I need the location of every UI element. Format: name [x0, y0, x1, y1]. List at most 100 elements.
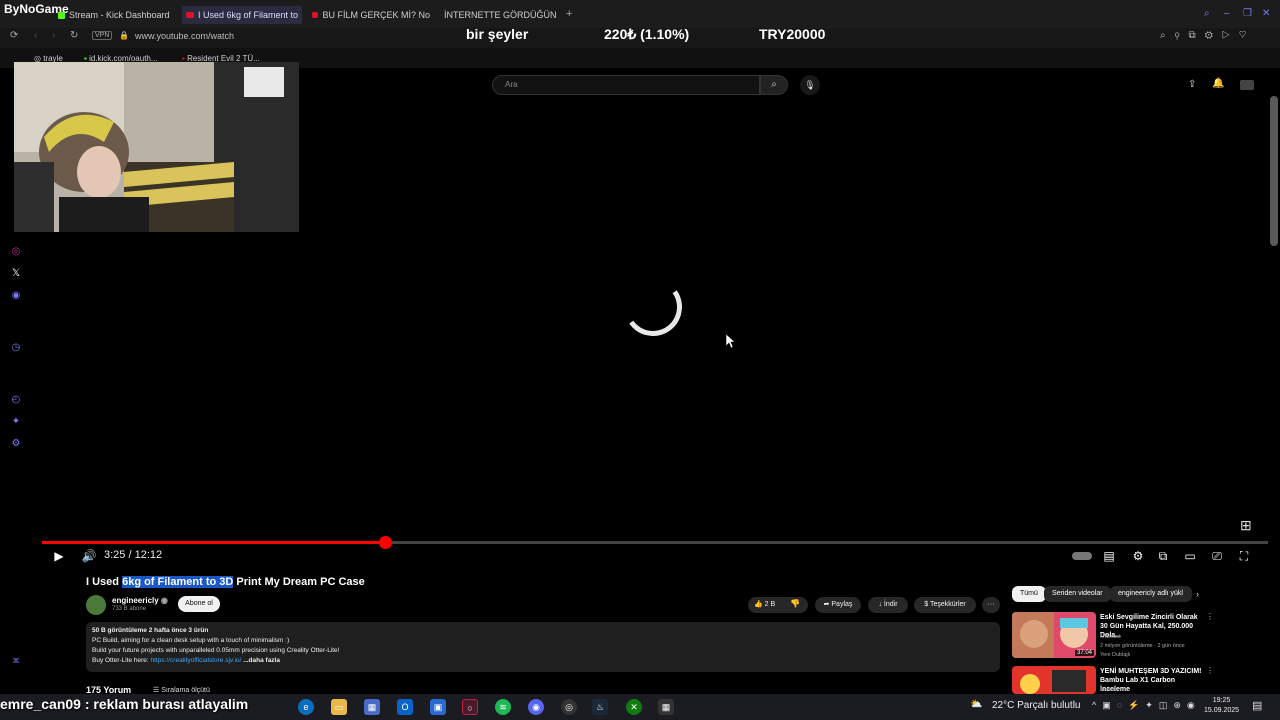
- settings-button[interactable]: ⚙: [1129, 549, 1147, 563]
- sidebar-toggle-icon[interactable]: ⟳: [10, 30, 18, 41]
- show-more-link[interactable]: ...daha fazla: [241, 657, 280, 664]
- chip-channel-uploads[interactable]: engineericly adlı yükl: [1110, 586, 1192, 602]
- outlook-icon[interactable]: O: [397, 699, 413, 715]
- chip-all[interactable]: Tümü: [1012, 586, 1046, 602]
- reload-icon[interactable]: ↻: [70, 30, 78, 41]
- opera-icon[interactable]: ○: [462, 699, 478, 715]
- notifications-center-icon[interactable]: ▤: [1252, 699, 1262, 712]
- search-tabs-icon[interactable]: ⌕: [1204, 8, 1210, 19]
- recommendation-channel[interactable]: Lemur: [1100, 687, 1116, 693]
- thanks-button[interactable]: $ Teşekkürler: [914, 597, 976, 613]
- stream-chat-overlay: emre_can09 : reklam burası atlayalim: [0, 696, 249, 712]
- subscribe-button[interactable]: Abone ol: [178, 596, 220, 612]
- youtube-icon: [312, 12, 319, 18]
- channel-watermark-icon[interactable]: ⊞: [1240, 517, 1252, 534]
- minimize-icon[interactable]: –: [1224, 8, 1230, 19]
- recommendation-thumbnail[interactable]: 37:04: [1012, 612, 1096, 658]
- forward-icon[interactable]: ›: [52, 30, 55, 41]
- volume-icon: 🔊: [81, 549, 97, 563]
- cast-icon: ⎚: [1212, 549, 1222, 563]
- more-actions-button[interactable]: ···: [982, 597, 1000, 613]
- dislike-button[interactable]: 👎: [790, 599, 800, 608]
- utility-icon[interactable]: ▦: [658, 699, 674, 715]
- time-display: 3:25 / 12:12: [104, 549, 163, 561]
- discord-taskbar-icon[interactable]: ◉: [528, 699, 544, 715]
- share-button[interactable]: ➦ Paylaş: [815, 597, 861, 613]
- steam-icon[interactable]: ♨: [592, 699, 608, 715]
- edge-icon[interactable]: e: [298, 699, 314, 715]
- more-vert-icon[interactable]: ⋮: [1206, 612, 1214, 621]
- maximize-icon[interactable]: ❐: [1243, 8, 1252, 19]
- ticker-amount: 220₺ (1.10%): [604, 26, 690, 42]
- channel-name[interactable]: engineericly ◉: [112, 596, 168, 605]
- recommendation-channel[interactable]: MrBeast: [1100, 634, 1120, 640]
- chip-series[interactable]: Seriden videolar: [1044, 586, 1111, 602]
- new-tab-button[interactable]: +: [566, 8, 572, 20]
- description-line: PC Build, aiming for a clean desk setup …: [92, 637, 290, 644]
- search-button[interactable]: ⌕: [760, 75, 788, 95]
- download-button[interactable]: ↓ İndir: [868, 597, 908, 613]
- theater-icon: ▭: [1184, 549, 1196, 563]
- app-icon[interactable]: ▣: [430, 699, 446, 715]
- fullscreen-icon: ⛶: [1239, 549, 1249, 563]
- discord-icon[interactable]: ◉: [10, 290, 22, 302]
- subtitles-icon: ▤: [1103, 549, 1115, 563]
- notifications-icon[interactable]: 🔔: [1212, 78, 1224, 89]
- clock-icon[interactable]: ◴: [10, 394, 22, 406]
- avatar[interactable]: [1240, 80, 1254, 90]
- history-icon[interactable]: ◷: [10, 342, 22, 354]
- ticker-goal: TRY20000: [759, 26, 826, 42]
- miniplayer-button[interactable]: ⧉: [1154, 549, 1172, 563]
- subtitles-button[interactable]: ▤: [1100, 549, 1118, 563]
- store-icon[interactable]: ▦: [364, 699, 380, 715]
- tray-icons[interactable]: ^▣◌⚡✦◫⊕◉: [1092, 700, 1201, 711]
- url-field[interactable]: www.youtube.com/watch: [135, 31, 234, 41]
- autoplay-toggle[interactable]: [1071, 549, 1093, 563]
- vpn-badge[interactable]: VPN: [92, 31, 113, 40]
- channel-avatar[interactable]: [86, 595, 106, 615]
- theater-mode-button[interactable]: ▭: [1181, 549, 1199, 563]
- tab-kick-dashboard[interactable]: Stream - Kick Dashboard: [58, 6, 178, 24]
- recommendation-views: 2 milyon görüntüleme · 2 gün önce: [1100, 643, 1185, 649]
- tab-internette[interactable]: İNTERNETTE GÖRDÜĞÜN: [440, 6, 556, 24]
- ticker-text: bir şeyler: [466, 26, 529, 42]
- page-scrollbar[interactable]: [1270, 96, 1278, 246]
- recommendation-thumbnail[interactable]: [1012, 666, 1096, 694]
- system-clock[interactable]: 19:25 15.09.2025: [1204, 696, 1239, 716]
- cast-button[interactable]: ⎚: [1208, 549, 1226, 563]
- volume-button[interactable]: 🔊: [80, 549, 98, 563]
- chevron-right-icon[interactable]: ›: [1196, 589, 1199, 599]
- progress-scrubber[interactable]: [379, 536, 392, 549]
- play-button[interactable]: ▶: [50, 549, 68, 563]
- spotify-icon[interactable]: ≋: [495, 699, 511, 715]
- sidebar-more-icon[interactable]: ⌘: [10, 656, 22, 668]
- like-count: 2 B: [764, 601, 776, 608]
- description-link[interactable]: https://crealityofficialstore.sjv.io/: [151, 657, 242, 664]
- tab-label: BU FİLM GERÇEK Mİ? No: [322, 10, 430, 20]
- search-input[interactable]: Ara: [492, 75, 760, 95]
- tab-film[interactable]: BU FİLM GERÇEK Mİ? No: [312, 6, 430, 24]
- instagram-icon[interactable]: ◎: [10, 246, 22, 258]
- toolbar-icons[interactable]: ⌕⚲⧉⚙▷♡: [1160, 30, 1255, 41]
- xbox-icon[interactable]: ✕: [626, 699, 642, 715]
- upload-icon[interactable]: ⇪: [1188, 79, 1196, 90]
- more-vert-icon[interactable]: ⋮: [1206, 666, 1214, 675]
- settings-icon[interactable]: ⚙: [10, 438, 22, 450]
- close-icon[interactable]: ✕: [1262, 8, 1270, 19]
- voice-search-button[interactable]: 🎙: [800, 75, 820, 95]
- extensions-icon[interactable]: ✦: [10, 416, 22, 428]
- sort-label: Sıralama ölçütü: [161, 687, 210, 694]
- weather-widget[interactable]: ⛅ 22°C Parçalı bulutlu: [970, 699, 1081, 711]
- file-explorer-icon[interactable]: ▭: [331, 699, 347, 715]
- x-twitter-icon[interactable]: 𝕏: [10, 268, 22, 280]
- sort-icon: ☰: [153, 687, 162, 694]
- sort-comments-button[interactable]: ☰ Sıralama ölçütü: [153, 686, 210, 694]
- clock-time: 19:25: [1212, 697, 1231, 704]
- obs-icon[interactable]: ◎: [561, 699, 577, 715]
- back-icon[interactable]: ‹: [34, 30, 37, 41]
- tab-youtube-video[interactable]: I Used 6kg of Filament to: [182, 6, 302, 24]
- video-description[interactable]: 50 B görüntüleme 2 hafta önce 3 ürün PC …: [86, 622, 1000, 672]
- search-icon: ⌕: [771, 79, 777, 90]
- weather-icon: ⛅: [970, 699, 983, 710]
- fullscreen-button[interactable]: ⛶: [1235, 549, 1253, 563]
